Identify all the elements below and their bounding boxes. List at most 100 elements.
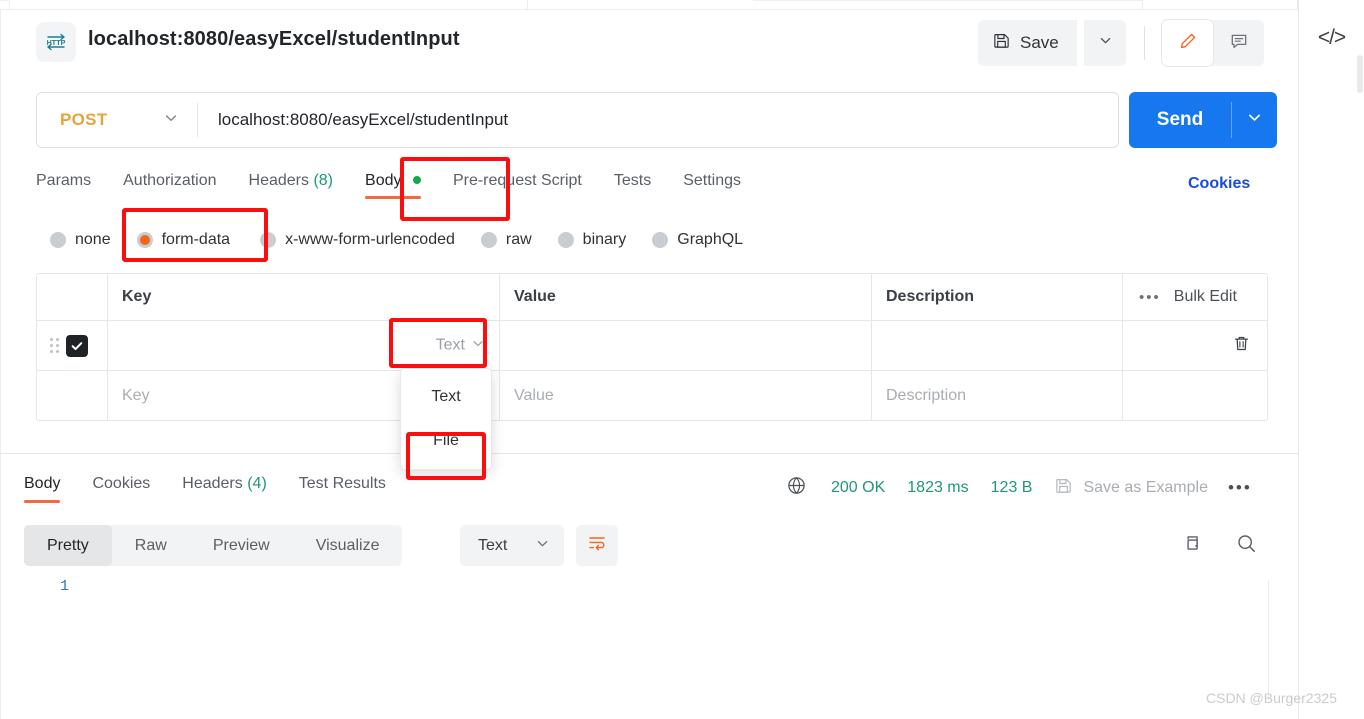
tab-label: Test Results: [298, 475, 386, 492]
chevron-down-icon: [163, 110, 179, 131]
form-data-table: Key Value Description ••• Bulk Edit Text…: [36, 273, 1268, 421]
search-icon: [1234, 535, 1259, 560]
drag-handle-icon[interactable]: [50, 338, 59, 353]
trash-icon[interactable]: [1232, 334, 1251, 358]
page-title: localhost:8080/easyExcel/studentInput: [88, 28, 460, 50]
tab-label: Body: [365, 172, 402, 189]
dropdown-option-text[interactable]: Text: [401, 375, 491, 419]
value-type-select[interactable]: Text: [436, 336, 485, 355]
toolbar-divider: [1144, 26, 1145, 60]
body-mode-x-www-form-urlencoded[interactable]: x-www-form-urlencoded: [260, 231, 455, 249]
viewer-tab-visualize[interactable]: Visualize: [293, 525, 403, 566]
left-border: [0, 10, 1, 719]
bulk-edit-button[interactable]: Bulk Edit: [1174, 288, 1237, 306]
http-method-value: POST: [60, 110, 108, 129]
response-tab-headers[interactable]: Headers (4): [166, 473, 283, 495]
body-mode-raw[interactable]: raw: [480, 231, 532, 249]
viewer-tab-pretty[interactable]: Pretty: [24, 525, 112, 566]
postman-window: </> HTTP localhost:8080/easyExcel/studen…: [0, 0, 1364, 719]
tab-params[interactable]: Params: [36, 170, 107, 192]
tab-count: (8): [313, 172, 334, 189]
tab-label: Pre-request Script: [452, 172, 582, 189]
line-number: 1: [60, 578, 70, 595]
pencil-icon: [1178, 31, 1198, 56]
save-as-example-label: Save as Example: [1083, 479, 1208, 496]
body-indicator-dot: [412, 176, 421, 184]
comment-button[interactable]: [1213, 20, 1264, 66]
tab-strip-item[interactable]: [10, 0, 528, 10]
row-key-cell[interactable]: Text: [107, 321, 499, 370]
viewer-tab-raw[interactable]: Raw: [112, 525, 190, 566]
tab-label: Params: [36, 172, 92, 189]
search-button[interactable]: [1234, 531, 1259, 561]
body-mode-label: binary: [582, 231, 627, 248]
body-mode-form-data[interactable]: form-data: [136, 231, 231, 249]
key-placeholder: Key: [122, 386, 150, 404]
comment-icon: [1229, 31, 1249, 56]
description-placeholder: Description: [886, 386, 967, 404]
send-options-button[interactable]: [1231, 92, 1277, 148]
placeholder-description-cell[interactable]: Description: [871, 371, 1122, 420]
body-mode-none[interactable]: none: [50, 231, 111, 249]
body-mode-binary[interactable]: binary: [557, 231, 627, 249]
placeholder-actions-cell: [1122, 371, 1267, 420]
tab-strip-gap: [528, 0, 753, 10]
right-sidebar-rail: </>: [1298, 0, 1364, 719]
tab-count: (4): [247, 475, 267, 492]
response-viewer-tabs: Pretty Raw Preview Visualize: [24, 525, 403, 566]
url-bar: POST localhost:8080/easyExcel/studentInp…: [36, 92, 1119, 148]
tab-body[interactable]: Body: [349, 170, 437, 199]
header-cell-key: Key: [107, 274, 499, 320]
watermark: CSDN @Burger2325: [1206, 690, 1337, 706]
save-as-example-button[interactable]: Save as Example: [1054, 476, 1208, 500]
response-tab-cookies[interactable]: Cookies: [76, 473, 166, 495]
response-status-bar: 200 OK 1823 ms 123 B Save as Example •••: [786, 475, 1252, 501]
tab-label: Tests: [613, 172, 652, 189]
table-row: Text: [37, 321, 1267, 371]
response-tab-body[interactable]: Body: [24, 473, 76, 503]
response-language-select[interactable]: Text: [460, 525, 564, 566]
url-input[interactable]: localhost:8080/easyExcel/studentInput: [198, 110, 1118, 130]
tab-pre-request-script[interactable]: Pre-request Script: [437, 170, 598, 192]
rail-scroll-indicator: [1357, 55, 1363, 93]
response-scroll-track[interactable]: [1268, 580, 1269, 700]
tab-strip-item[interactable]: [753, 0, 1143, 10]
tab-settings[interactable]: Settings: [667, 170, 757, 192]
dropdown-option-file[interactable]: File: [401, 419, 491, 463]
body-mode-label: x-www-form-urlencoded: [285, 231, 455, 248]
body-mode-graphql[interactable]: GraphQL: [652, 231, 743, 249]
row-actions-cell: [1122, 321, 1267, 370]
row-description-cell[interactable]: [871, 321, 1122, 370]
tab-label: Headers: [248, 172, 309, 189]
edit-mode-button[interactable]: [1162, 20, 1213, 66]
tab-authorization[interactable]: Authorization: [107, 170, 232, 192]
tab-label: Cookies: [92, 475, 151, 492]
body-mode-label: form-data: [161, 231, 231, 248]
radio-icon: [652, 232, 669, 248]
placeholder-value-cell[interactable]: Value: [499, 371, 871, 420]
body-mode-label: GraphQL: [677, 231, 744, 248]
row-value-cell[interactable]: [499, 321, 871, 370]
save-dropdown-button[interactable]: [1084, 20, 1126, 66]
tab-strip-item[interactable]: [1143, 0, 1298, 10]
placeholder-select-cell: [37, 371, 107, 420]
save-button[interactable]: Save: [978, 20, 1077, 66]
send-button[interactable]: Send: [1129, 92, 1231, 148]
response-more-options-icon[interactable]: •••: [1228, 478, 1252, 498]
more-options-icon[interactable]: •••: [1139, 289, 1161, 306]
svg-text:HTTP: HTTP: [47, 38, 66, 47]
radio-icon-selected: [136, 232, 153, 248]
tab-headers[interactable]: Headers (8): [233, 170, 350, 192]
response-tab-test-results[interactable]: Test Results: [283, 473, 402, 495]
tab-tests[interactable]: Tests: [598, 170, 667, 192]
copy-button[interactable]: [1180, 531, 1205, 561]
view-toggle-group: [1162, 20, 1264, 66]
row-checkbox[interactable]: [66, 334, 88, 357]
cookies-link[interactable]: Cookies: [1188, 175, 1250, 193]
http-method-select[interactable]: POST: [37, 93, 197, 147]
tab-strip: [0, 0, 1364, 10]
radio-icon: [557, 232, 574, 248]
word-wrap-button[interactable]: [576, 525, 618, 566]
viewer-tab-preview[interactable]: Preview: [190, 525, 293, 566]
code-snippet-icon[interactable]: </>: [1299, 26, 1364, 50]
